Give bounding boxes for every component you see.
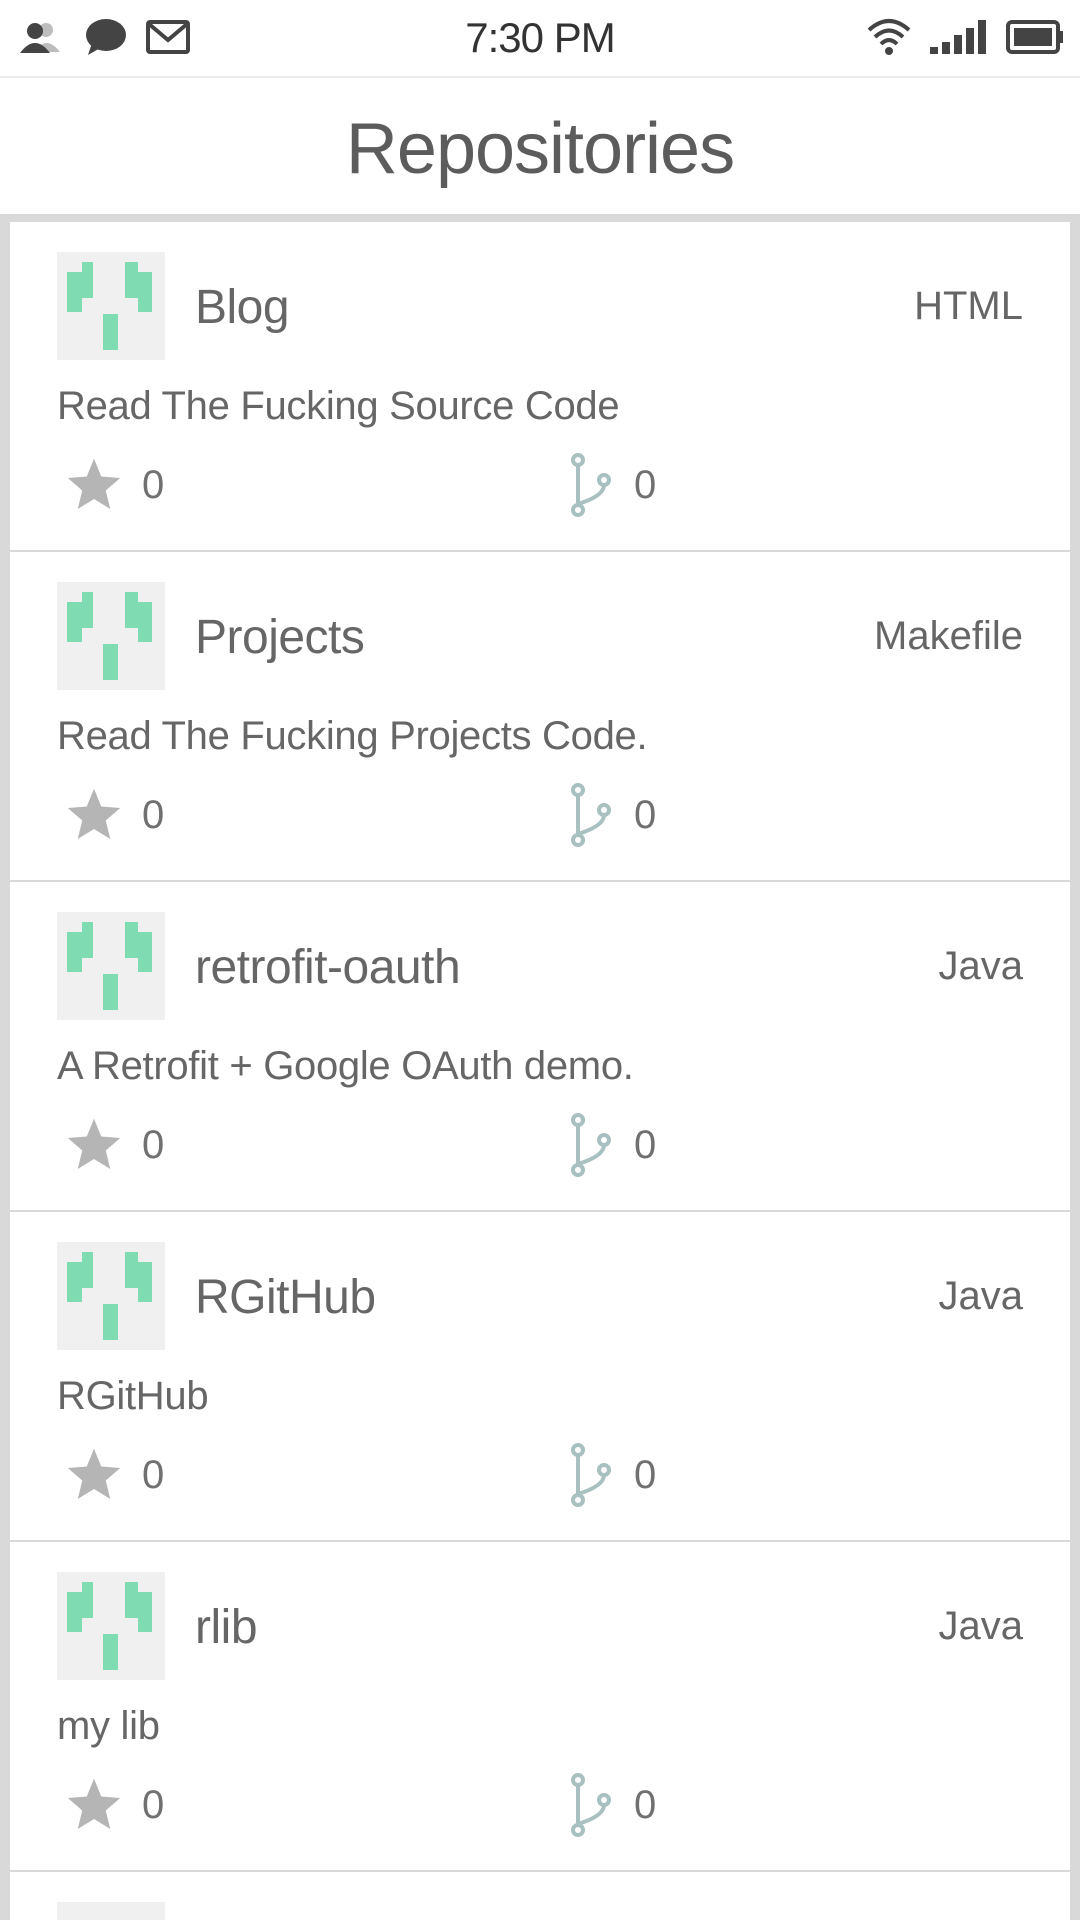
- fork-icon: [571, 783, 611, 847]
- wifi-icon: [866, 18, 912, 61]
- system-icons: [866, 18, 1064, 60]
- fork-count: 0: [634, 1782, 657, 1827]
- battery-icon: [1006, 19, 1064, 59]
- repository-item-retrofit-oauth[interactable]: retrofit-oauth Java A Retrofit + Google …: [10, 882, 1070, 1210]
- repository-language: HTML: [914, 284, 1023, 328]
- repository-item-rgithub[interactable]: RGitHub Java RGitHub 0 0: [10, 1212, 1070, 1540]
- star-icon: [67, 788, 121, 839]
- app-header: Repositories: [0, 78, 1080, 214]
- repository-description: Read The Fucking Projects Code.: [57, 714, 648, 758]
- star-stat: 0: [64, 450, 164, 520]
- fork-stat: 0: [566, 450, 656, 520]
- star-count: 0: [142, 1122, 165, 1167]
- repository-language: Java: [938, 944, 1024, 988]
- avatar: [57, 912, 165, 1020]
- repository-name: retrofit-oauth: [195, 941, 461, 994]
- repository-description: Read The Fucking Source Code: [57, 384, 620, 428]
- fork-count: 0: [634, 462, 657, 507]
- star-icon: [67, 458, 121, 509]
- fork-stat: 0: [566, 1440, 656, 1510]
- star-count: 0: [142, 462, 165, 507]
- avatar: [57, 1572, 165, 1680]
- repository-description: my lib: [57, 1704, 160, 1748]
- avatar: [57, 1242, 165, 1350]
- repository-name: rlib: [195, 1601, 258, 1654]
- repository-list-container[interactable]: Blog HTML Read The Fucking Source Code 0…: [0, 214, 1080, 1920]
- repository-language: Java: [938, 1604, 1024, 1648]
- avatar: [57, 252, 165, 360]
- star-count: 0: [142, 792, 165, 837]
- star-stat: 0: [64, 780, 164, 850]
- repository-list: Blog HTML Read The Fucking Source Code 0…: [10, 222, 1070, 1920]
- fork-count: 0: [634, 1452, 657, 1497]
- avatar: [57, 582, 165, 690]
- fork-count: 0: [634, 792, 657, 837]
- star-icon: [67, 1778, 121, 1829]
- repository-item-rlib[interactable]: rlib Java my lib 0 0: [10, 1542, 1070, 1870]
- repository-description: A Retrofit + Google OAuth demo.: [57, 1044, 634, 1088]
- star-count: 0: [142, 1782, 165, 1827]
- list-item-partial[interactable]: [10, 1872, 1070, 1920]
- star-count: 0: [142, 1452, 165, 1497]
- avatar: [57, 1902, 165, 1920]
- status-bar: 7:30 PM: [0, 0, 1080, 78]
- repository-description: RGitHub: [57, 1374, 209, 1418]
- fork-stat: 0: [566, 1110, 656, 1180]
- fork-count: 0: [634, 1122, 657, 1167]
- fork-stat: 0: [566, 780, 656, 850]
- repository-item-blog[interactable]: Blog HTML Read The Fucking Source Code 0…: [10, 222, 1070, 550]
- repository-item-projects[interactable]: Projects Makefile Read The Fucking Proje…: [10, 552, 1070, 880]
- page-title: Repositories: [345, 109, 735, 189]
- fork-icon: [571, 1773, 611, 1837]
- star-stat: 0: [64, 1440, 164, 1510]
- star-stat: 0: [64, 1770, 164, 1840]
- fork-icon: [571, 1113, 611, 1177]
- repository-language: Makefile: [874, 614, 1023, 658]
- repository-name: RGitHub: [195, 1271, 376, 1324]
- star-icon: [67, 1118, 121, 1169]
- repository-name: Projects: [195, 611, 365, 664]
- star-icon: [67, 1448, 121, 1499]
- fork-stat: 0: [566, 1770, 656, 1840]
- star-stat: 0: [64, 1110, 164, 1180]
- signal-icon: [930, 19, 988, 59]
- repository-name: Blog: [195, 281, 290, 334]
- fork-icon: [571, 1443, 611, 1507]
- repository-language: Java: [938, 1274, 1024, 1318]
- fork-icon: [571, 453, 611, 517]
